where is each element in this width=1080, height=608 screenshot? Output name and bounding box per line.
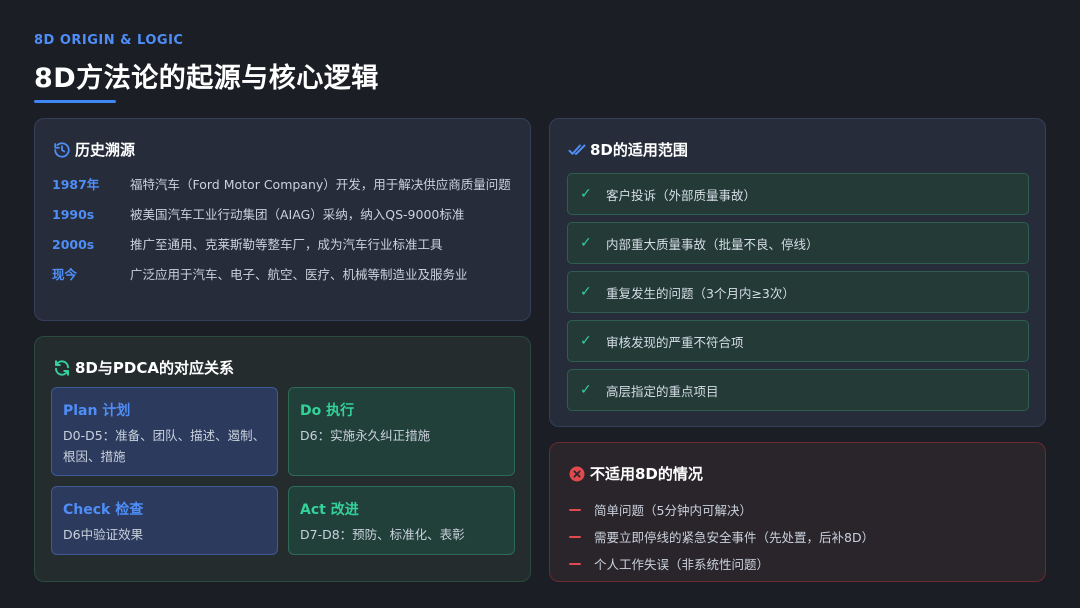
history-icon (53, 141, 71, 159)
history-desc: 福特汽车（Ford Motor Company）开发，用于解决供应商质量问题 (130, 177, 511, 192)
not-applicable-card: 不适用8D的情况 简单问题（5分钟内可解决） 需要立即停线的紧急安全事件（先处置… (549, 442, 1046, 582)
not-applicable-list: 简单问题（5分钟内可解决） 需要立即停线的紧急安全事件（先处置，后补8D） 个人… (569, 496, 874, 577)
history-list: 1987年 福特汽车（Ford Motor Company）开发，用于解决供应商… (52, 174, 522, 294)
pdca-plan-text: D0-D5：准备、团队、描述、遏制、根因、措施 (63, 428, 266, 464)
history-desc: 广泛应用于汽车、电子、航空、医疗、机械等制造业及服务业 (130, 267, 468, 282)
pdca-check-title: Check 检查 (63, 502, 144, 518)
history-row: 1990s 被美国汽车工业行动集团（AIAG）采纳，纳入QS-9000标准 (52, 204, 522, 225)
refresh-icon (53, 359, 71, 377)
not-applicable-item-label: 个人工作失误（非系统性问题） (594, 557, 770, 572)
scope-item-label: 高层指定的重点项目 (606, 383, 719, 399)
history-year: 1990s (52, 207, 95, 222)
scope-item-label: 内部重大质量事故（批量不良、停线） (606, 236, 819, 252)
scope-item: ✓ 重复发生的问题（3个月内≥3次） (567, 271, 1029, 313)
pdca-card: 8D与PDCA的对应关系 Plan 计划 D0-D5：准备、团队、描述、遏制、根… (34, 336, 531, 582)
pdca-card-title: 8D与PDCA的对应关系 (75, 359, 234, 377)
pdca-do-text: D6：实施永久纠正措施 (300, 428, 431, 443)
close-circle-icon (568, 465, 586, 483)
scope-item-label: 客户投诉（外部质量事故） (606, 187, 757, 203)
dash-icon (569, 508, 581, 511)
pdca-card-header: 8D与PDCA的对应关系 (53, 357, 234, 378)
pdca-act-text: D7-D8：预防、标准化、表彰 (300, 527, 465, 542)
check-icon: ✓ (580, 186, 592, 202)
eyebrow-label: 8D ORIGIN & LOGIC (34, 33, 184, 48)
check-icon: ✓ (580, 284, 592, 300)
not-applicable-item: 简单问题（5分钟内可解决） (569, 496, 874, 523)
pdca-plan-title: Plan 计划 (63, 403, 131, 419)
history-row: 现今 广泛应用于汽车、电子、航空、医疗、机械等制造业及服务业 (52, 264, 522, 285)
page-title: 8D方法论的起源与核心逻辑 (34, 63, 379, 94)
scope-card-header: 8D的适用范围 (568, 139, 688, 160)
scope-item: ✓ 内部重大质量事故（批量不良、停线） (567, 222, 1029, 264)
dash-icon (569, 562, 581, 565)
not-applicable-item: 需要立即停线的紧急安全事件（先处置，后补8D） (569, 523, 874, 550)
not-applicable-item: 个人工作失误（非系统性问题） (569, 550, 874, 577)
scope-card-title: 8D的适用范围 (590, 141, 688, 159)
history-year: 1987年 (52, 177, 100, 192)
not-applicable-card-title: 不适用8D的情况 (590, 465, 703, 483)
double-check-icon (568, 141, 586, 159)
scope-item: ✓ 高层指定的重点项目 (567, 369, 1029, 411)
dash-icon (569, 535, 581, 538)
check-icon: ✓ (580, 235, 592, 251)
history-row: 1987年 福特汽车（Ford Motor Company）开发，用于解决供应商… (52, 174, 522, 195)
scope-list: ✓ 客户投诉（外部质量事故） ✓ 内部重大质量事故（批量不良、停线） ✓ 重复发… (567, 173, 1029, 418)
not-applicable-card-header: 不适用8D的情况 (568, 463, 703, 484)
scope-item: ✓ 审核发现的严重不符合项 (567, 320, 1029, 362)
scope-card: 8D的适用范围 ✓ 客户投诉（外部质量事故） ✓ 内部重大质量事故（批量不良、停… (549, 118, 1046, 427)
check-icon: ✓ (580, 333, 592, 349)
title-underline (34, 100, 116, 103)
history-row: 2000s 推广至通用、克莱斯勒等整车厂，成为汽车行业标准工具 (52, 234, 522, 255)
history-card: 历史溯源 1987年 福特汽车（Ford Motor Company）开发，用于… (34, 118, 531, 321)
pdca-check-text: D6中验证效果 (63, 527, 144, 542)
not-applicable-item-label: 需要立即停线的紧急安全事件（先处置，后补8D） (594, 530, 875, 545)
check-icon: ✓ (580, 382, 592, 398)
scope-item: ✓ 客户投诉（外部质量事故） (567, 173, 1029, 215)
history-card-title: 历史溯源 (75, 141, 136, 159)
history-desc: 被美国汽车工业行动集团（AIAG）采纳，纳入QS-9000标准 (130, 207, 465, 222)
pdca-act-title: Act 改进 (300, 502, 359, 518)
not-applicable-item-label: 简单问题（5分钟内可解决） (594, 503, 752, 518)
pdca-do-title: Do 执行 (300, 403, 355, 419)
scope-item-label: 重复发生的问题（3个月内≥3次） (606, 285, 795, 301)
history-year: 2000s (52, 237, 95, 252)
history-desc: 推广至通用、克莱斯勒等整车厂，成为汽车行业标准工具 (130, 237, 443, 252)
history-year: 现今 (52, 267, 78, 282)
pdca-check-box: Check 检查 D6中验证效果 (51, 486, 278, 555)
history-card-header: 历史溯源 (53, 139, 135, 160)
pdca-act-box: Act 改进 D7-D8：预防、标准化、表彰 (288, 486, 515, 555)
scope-item-label: 审核发现的严重不符合项 (606, 334, 744, 350)
pdca-do-box: Do 执行 D6：实施永久纠正措施 (288, 387, 515, 476)
pdca-plan-box: Plan 计划 D0-D5：准备、团队、描述、遏制、根因、措施 (51, 387, 278, 476)
